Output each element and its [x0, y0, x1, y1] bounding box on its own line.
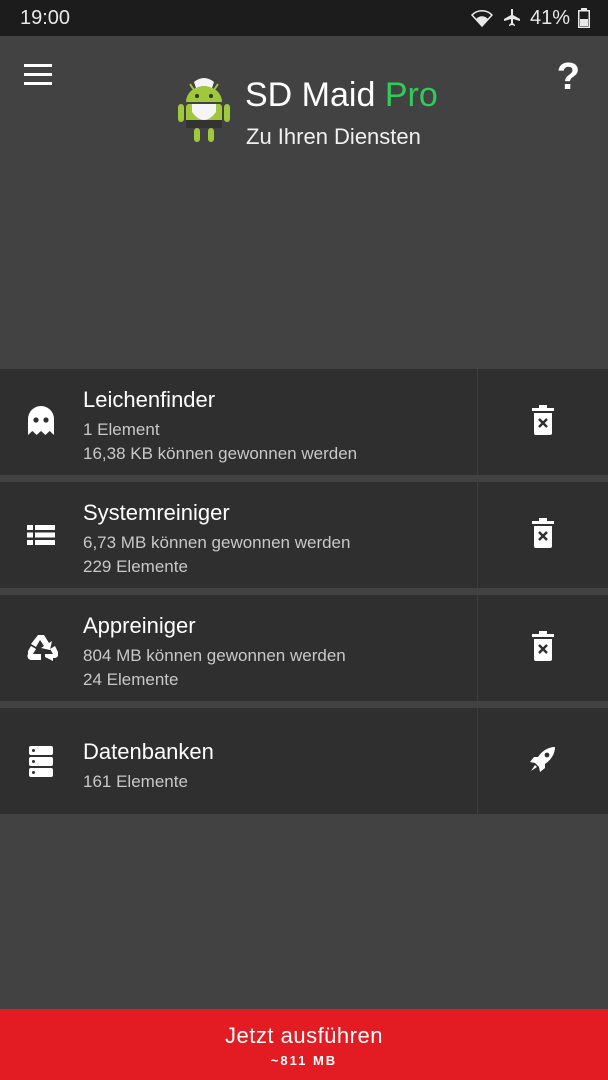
tool-detail: 161 Elemente: [83, 772, 188, 791]
tool-systemreiniger[interactable]: Systemreiniger 6,73 MB können gewonnen w…: [0, 482, 477, 588]
tool-detail: 229 Elemente: [83, 557, 188, 576]
delete-icon: [532, 404, 554, 440]
battery-percent: 41%: [529, 6, 570, 29]
tool-list: Leichenfinder 1 Element 16,38 KB können …: [0, 369, 608, 821]
delete-button[interactable]: [477, 595, 608, 701]
tool-detail: 16,38 KB können gewonnen werden: [83, 444, 358, 463]
delete-icon: [532, 517, 554, 553]
tool-detail: 1 Element: [83, 420, 160, 439]
status-time: 19:00: [20, 6, 71, 29]
delete-icon: [532, 630, 554, 666]
run-now-label: Jetzt ausführen: [225, 1023, 383, 1048]
database-icon: [24, 744, 58, 778]
list-icon: [24, 518, 58, 552]
tool-appreiniger[interactable]: Appreiniger 804 MB können gewonnen werde…: [0, 595, 477, 701]
app-title: SD Maid Pro: [245, 76, 438, 115]
airplane-icon: [502, 8, 522, 28]
optimize-button[interactable]: [477, 708, 608, 814]
battery-icon: [578, 8, 590, 28]
app-name: SD Maid: [245, 76, 376, 114]
status-icons: 41%: [470, 7, 590, 30]
rocket-icon: [528, 744, 558, 779]
tool-row-datenbanken: Datenbanken 161 Elemente: [0, 708, 608, 814]
help-button[interactable]: ?: [557, 56, 580, 99]
app-logo: [172, 72, 242, 146]
hamburger-menu-icon[interactable]: [24, 64, 58, 94]
tool-detail: 804 MB können gewonnen werden: [83, 646, 346, 665]
wifi-icon: [470, 8, 494, 28]
tool-row-systemreiniger: Systemreiniger 6,73 MB können gewonnen w…: [0, 482, 608, 588]
app-tagline: Zu Ihren Diensten: [246, 124, 421, 149]
tool-leichenfinder[interactable]: Leichenfinder 1 Element 16,38 KB können …: [0, 369, 477, 475]
app-header: SD Maid Pro Zu Ihren Diensten ?: [0, 36, 608, 369]
tool-detail: 24 Elemente: [83, 670, 179, 689]
tool-datenbanken[interactable]: Datenbanken 161 Elemente: [0, 708, 477, 814]
tool-row-appreiniger: Appreiniger 804 MB können gewonnen werde…: [0, 595, 608, 701]
app-edition: Pro: [384, 76, 438, 114]
tool-title: Systemreiniger: [83, 500, 230, 525]
tool-title: Datenbanken: [83, 739, 214, 764]
run-now-button[interactable]: Jetzt ausführen ~811 MB: [0, 1009, 608, 1080]
tool-detail: 6,73 MB können gewonnen werden: [83, 533, 351, 552]
tool-row-leichenfinder: Leichenfinder 1 Element 16,38 KB können …: [0, 369, 608, 475]
status-bar: 19:00 41%: [0, 0, 608, 36]
tool-title: Leichenfinder: [83, 387, 216, 412]
recycle-icon: [24, 631, 59, 665]
ghost-icon: [24, 405, 58, 439]
delete-button[interactable]: [477, 482, 608, 588]
run-now-size: ~811 MB: [270, 1053, 338, 1068]
delete-button[interactable]: [477, 369, 608, 475]
tool-title: Appreiniger: [83, 613, 196, 638]
